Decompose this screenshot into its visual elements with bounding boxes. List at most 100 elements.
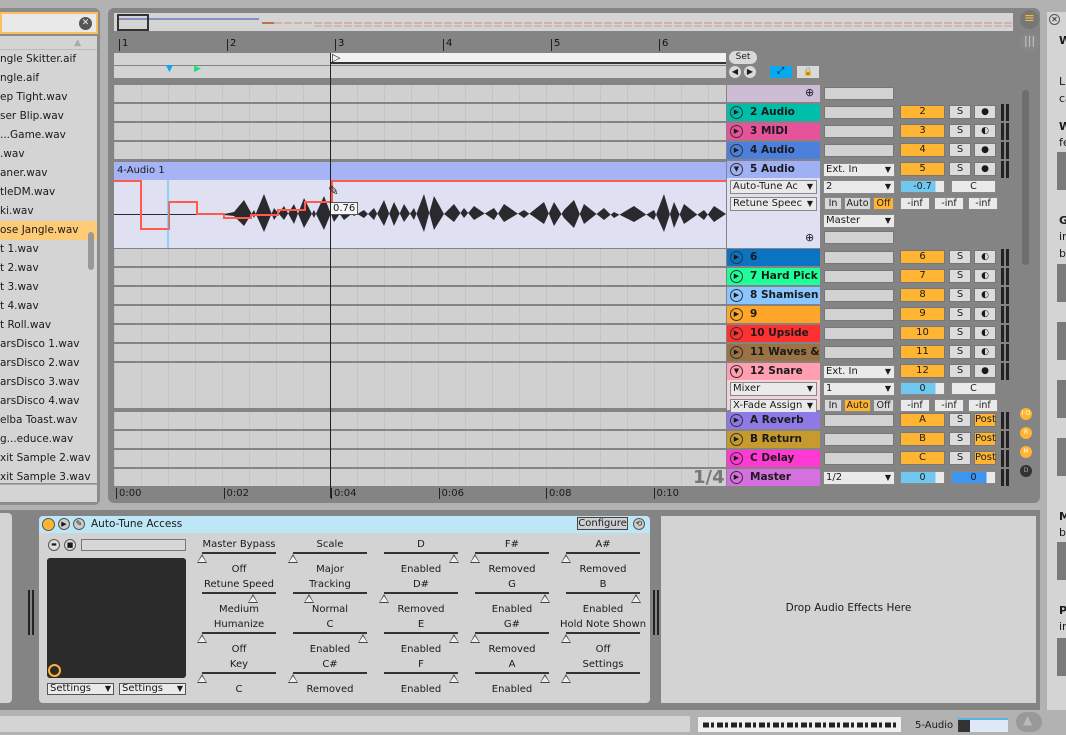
device-resize-handle[interactable] (28, 590, 34, 635)
toggle-r-section[interactable]: R (1020, 427, 1032, 439)
send-field[interactable]: -inf (934, 399, 964, 412)
clip-thumbnail[interactable] (698, 717, 901, 732)
track-activator[interactable]: C (900, 451, 945, 465)
xy-x-settings-dropdown[interactable]: Settings ▼ (47, 683, 114, 695)
track-header[interactable]: ▶ 4 Audio (727, 142, 820, 159)
track-lane[interactable] (114, 249, 726, 266)
slider-handle-icon[interactable] (540, 674, 550, 683)
track-activator[interactable]: 5 (900, 162, 945, 176)
track-lane[interactable] (114, 325, 726, 342)
track-activator[interactable]: 2 (900, 105, 945, 119)
xy-pad[interactable] (47, 558, 186, 678)
input-type-chooser[interactable]: Ext. In ▼ (823, 163, 895, 177)
track-lane[interactable] (114, 85, 726, 102)
parameter-slider[interactable] (293, 552, 367, 554)
device-chain-resize-handle[interactable] (653, 590, 659, 635)
send-field[interactable]: -inf (900, 399, 930, 412)
add-track-icon[interactable]: ⊕ (805, 86, 814, 99)
arrangement-overview[interactable] (114, 13, 1013, 31)
save-preset-icon[interactable]: ■ (64, 539, 76, 551)
device-parameter[interactable]: G Enabled (466, 579, 558, 617)
track-lane[interactable] (114, 123, 726, 140)
device-parameter[interactable]: G# Removed (466, 619, 558, 657)
input-type-chooser[interactable]: Ext. In ▼ (823, 365, 895, 379)
track-header[interactable]: ▼ 5 Audio (727, 161, 820, 178)
xy-pad-handle[interactable] (48, 664, 61, 677)
track-header[interactable]: ▶10 Upside Fr (727, 325, 820, 356)
device-parameter[interactable]: D# Removed (375, 579, 467, 617)
slider-handle-icon[interactable] (631, 594, 641, 603)
browser-file-item[interactable]: ngle.aif (0, 69, 97, 88)
monitor-off-button[interactable]: Off (873, 197, 894, 210)
slider-handle-icon[interactable] (248, 594, 258, 603)
parameter-slider[interactable] (566, 632, 640, 634)
slider-handle-icon[interactable] (561, 674, 571, 683)
track-header[interactable]: ▶9 Rotaviolin (727, 306, 820, 337)
slider-handle-icon[interactable] (470, 554, 480, 563)
track-activator[interactable]: 4 (900, 143, 945, 157)
xy-y-settings-dropdown[interactable]: Settings ▼ (119, 683, 186, 695)
solo-button[interactable]: S (949, 307, 971, 321)
parameter-slider[interactable] (566, 592, 640, 594)
solo-button[interactable]: S (949, 162, 971, 176)
solo-button[interactable]: S (949, 124, 971, 138)
browser-file-item[interactable]: arsDisco 1.wav (0, 335, 97, 354)
arm-button[interactable]: ◐ (974, 269, 996, 283)
arm-button[interactable]: ◐ (974, 326, 996, 340)
arm-button[interactable]: ◐ (974, 345, 996, 359)
slider-handle-icon[interactable] (288, 554, 298, 563)
device-power-toggle[interactable] (42, 518, 55, 531)
time-ruler[interactable]: 0:00 0:02 0:04 0:06 0:08 0:10 (114, 486, 726, 501)
parameter-slider[interactable] (293, 632, 367, 634)
slider-handle-icon[interactable] (449, 674, 459, 683)
parameter-slider[interactable] (293, 672, 367, 674)
track-header[interactable]: ▶ C Delay (727, 450, 820, 467)
slider-handle-icon[interactable] (358, 634, 368, 643)
track-io-slot[interactable] (824, 106, 894, 119)
browser-file-item[interactable]: g...educe.wav (0, 430, 97, 449)
session-view-toggle[interactable]: ||| (1020, 33, 1039, 52)
track-io-slot[interactable] (824, 270, 894, 283)
cue-volume-field[interactable]: 0 (951, 471, 996, 484)
loop-brace[interactable]: ▷ (330, 51, 726, 64)
slider-handle-icon[interactable] (449, 634, 459, 643)
open-folder-icon[interactable]: ▬ (48, 539, 60, 551)
monitor-off-button[interactable]: Off (873, 399, 894, 412)
parameter-slider[interactable] (475, 672, 549, 674)
browser-file-item[interactable]: arsDisco 3.wav (0, 373, 97, 392)
parameter-slider[interactable] (202, 672, 276, 674)
track-io-slot[interactable] (824, 125, 894, 138)
arm-button[interactable]: ◐ (974, 250, 996, 264)
slider-handle-icon[interactable] (561, 634, 571, 643)
track-activator[interactable]: 9 (900, 307, 945, 321)
send-field[interactable]: -inf (900, 197, 930, 210)
browser-file-item[interactable]: elba Toast.wav (0, 411, 97, 430)
track-io-slot[interactable] (824, 308, 894, 321)
parameter-slider[interactable] (384, 632, 458, 634)
track-io-slot[interactable] (824, 452, 894, 465)
post-send-button[interactable]: Post (974, 413, 996, 427)
output-chooser[interactable]: Master ▼ (823, 214, 895, 228)
track-header[interactable]: ▶ 8 Shamisen (727, 287, 820, 304)
track-play-icon[interactable]: ▶ (730, 125, 743, 138)
browser-file-item[interactable]: tleDM.wav (0, 183, 97, 202)
track-play-icon[interactable]: ▶ (730, 270, 743, 283)
next-locator-button[interactable]: ▶ (744, 66, 756, 78)
browser-file-item[interactable]: ep Tight.wav (0, 88, 97, 107)
device-options-icon[interactable]: ⟲ (633, 518, 645, 530)
automation-parameter-chooser[interactable]: Retune Speec ▼ (730, 197, 817, 211)
browser-file-item[interactable]: ose Jangle.wav (0, 221, 97, 240)
track-play-icon[interactable]: ▶ (730, 327, 743, 340)
track-header[interactable]: ▶ 2 Audio (727, 104, 820, 121)
file-list-header[interactable]: ▲ (0, 36, 97, 50)
track-header[interactable]: ▶ B Return (727, 431, 820, 448)
follow-toggle[interactable]: ⤢ (770, 66, 792, 78)
track-io-slot[interactable] (824, 433, 894, 446)
track-io-slot[interactable] (824, 346, 894, 359)
track-activator[interactable]: A (900, 413, 945, 427)
device-title-bar[interactable]: ▶ ✎ Auto-Tune Access Configure ⟲ (39, 516, 650, 533)
track-lane[interactable] (114, 344, 726, 361)
lock-envelopes-button[interactable]: 🔒 (797, 66, 819, 78)
volume-field[interactable]: 0 (900, 382, 945, 395)
monitor-auto-button[interactable]: Auto (844, 399, 871, 412)
